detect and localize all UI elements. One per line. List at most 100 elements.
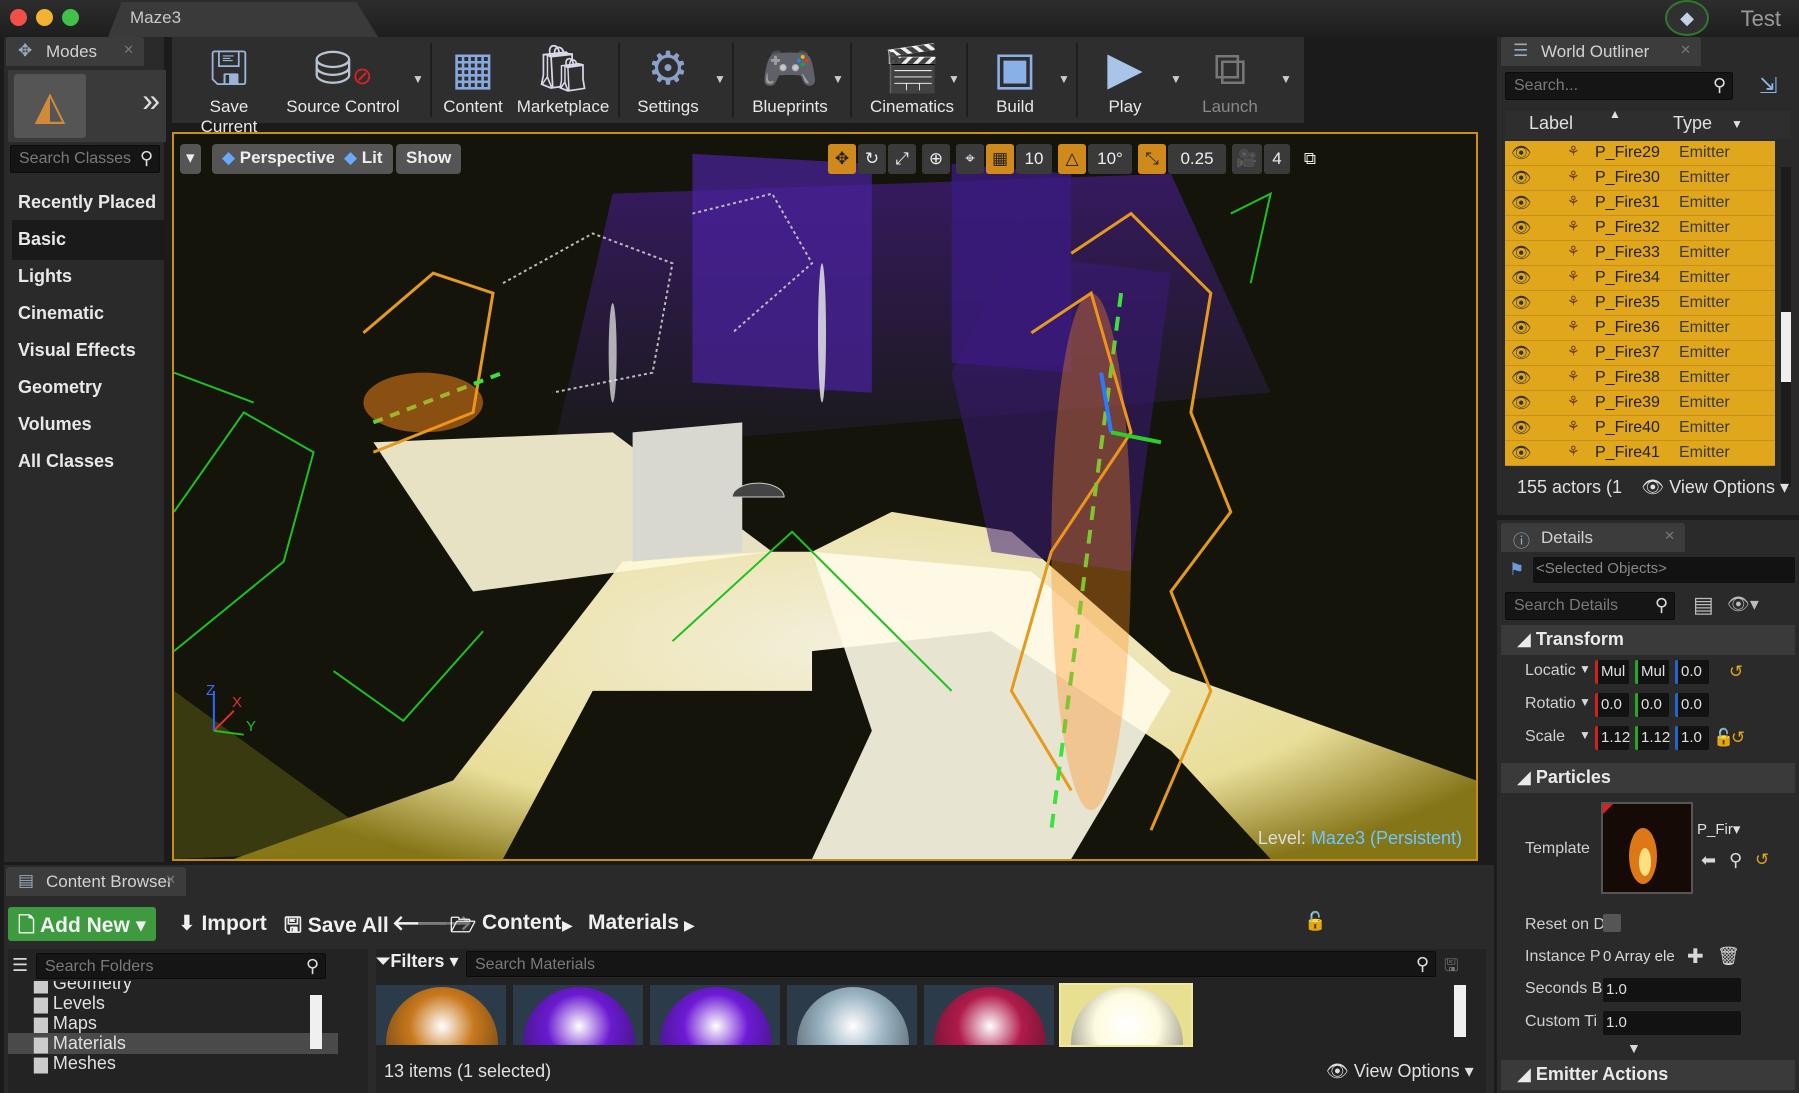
outliner-view-options[interactable]: 👁 View Options ▾ <box>1641 477 1789 498</box>
tab-modes[interactable]: ✥ Modes ✕ <box>6 37 144 66</box>
advanced-expand-icon[interactable]: ▼ <box>1627 1040 1641 1056</box>
visibility-eye-icon[interactable]: 👁 <box>1511 368 1531 388</box>
outliner-row[interactable]: 👁 ⚘ P_Fire34 Emitter <box>1505 266 1775 291</box>
user-avatar-icon[interactable]: ◆ <box>1665 0 1709 36</box>
close-icon[interactable]: ✕ <box>1680 42 1691 58</box>
visibility-eye-icon[interactable]: 👁 <box>1511 393 1531 413</box>
rotation-y-field[interactable]: 0.0 <box>1635 693 1669 717</box>
material-thumbnail[interactable] <box>787 985 917 1045</box>
mode-category-item[interactable]: Cinematic <box>12 294 164 334</box>
location-y-field[interactable]: Mul <box>1635 660 1669 684</box>
folder-item[interactable]: ▆ Levels <box>34 993 105 1014</box>
rotate-mode-icon[interactable]: ↻ <box>858 144 886 174</box>
reset-scale-icon[interactable]: ↺ <box>1731 728 1745 748</box>
rotation-snap-icon[interactable]: △ <box>1058 144 1086 174</box>
mode-category-item[interactable]: Basic <box>12 220 164 260</box>
build-dropdown-icon[interactable]: ▼ <box>1058 72 1070 86</box>
scale-z-field[interactable]: 1.0 <box>1675 726 1709 750</box>
outliner-scroll-thumb[interactable] <box>1781 312 1791 382</box>
maximize-viewport-icon[interactable]: ⧉ <box>1298 144 1322 174</box>
mode-category-item[interactable]: Volumes <box>12 405 164 445</box>
sources-toggle-icon[interactable]: ☰ <box>12 955 28 976</box>
settings-dropdown-icon[interactable]: ▼ <box>714 72 726 86</box>
outliner-row[interactable]: 👁 ⚘ P_Fire37 Emitter <box>1505 341 1775 366</box>
transform-section[interactable]: ◢ Transform <box>1501 625 1795 655</box>
visibility-eye-icon[interactable]: 👁 <box>1511 343 1531 363</box>
add-filter-icon[interactable]: ⇲ <box>1759 73 1777 99</box>
custom-time-dilation-field[interactable]: 1.0 <box>1603 1011 1741 1035</box>
mode-category-item[interactable]: Geometry <box>12 368 164 408</box>
material-thumbnail[interactable] <box>376 985 506 1045</box>
outliner-row[interactable]: 👁 ⚘ P_Fire33 Emitter <box>1505 241 1775 266</box>
add-element-icon[interactable]: ✚ <box>1687 944 1704 969</box>
material-thumbnail[interactable] <box>1059 983 1193 1047</box>
viewport-options-button[interactable]: ▾ <box>180 144 201 174</box>
filters-button[interactable]: ⏷Filters ▾ <box>376 951 458 972</box>
use-selected-icon[interactable]: ⬅ <box>1701 850 1716 871</box>
eye-icon[interactable]: 👁▾ <box>1727 594 1759 615</box>
close-icon[interactable]: ✕ <box>123 42 134 58</box>
close-window-button[interactable] <box>10 9 27 26</box>
translate-mode-icon[interactable]: ✥ <box>828 144 856 174</box>
marketplace-button[interactable]: 🛍 Marketplace <box>514 37 612 123</box>
level-viewport[interactable]: ▾ ◆ Perspective ◆ Lit Show ✥ ↻ ⤢ ⊕ ⌖ ▦ 1… <box>172 132 1478 861</box>
rotation-z-field[interactable]: 0.0 <box>1675 693 1709 717</box>
grid-snap-value[interactable]: 10 <box>1016 144 1052 174</box>
tab-world-outliner[interactable]: ☰ World Outliner ✕ <box>1501 37 1701 66</box>
particles-section[interactable]: ◢ Particles <box>1501 763 1795 793</box>
close-icon[interactable]: ✕ <box>1664 528 1675 544</box>
perspective-button[interactable]: ◆ Perspective <box>212 144 346 174</box>
reset-template-icon[interactable]: ↺ <box>1755 850 1769 870</box>
camera-speed-value[interactable]: 4 <box>1264 144 1290 174</box>
search-folders-input[interactable]: Search Folders ⚲ <box>36 953 326 979</box>
play-button[interactable]: ▶ Play <box>1086 37 1164 123</box>
build-button[interactable]: ▣ Build <box>976 37 1054 123</box>
type-dropdown-icon[interactable]: ▼ <box>1731 117 1743 131</box>
add-new-button[interactable]: 🗋 Add New ▾ <box>8 907 157 941</box>
folder-item[interactable]: ▆ Maps <box>34 1013 97 1034</box>
folder-scrollbar[interactable] <box>310 995 322 1049</box>
reset-location-icon[interactable]: ↺ <box>1729 662 1743 682</box>
save-search-icon[interactable]: 🖫 <box>1444 953 1458 982</box>
mode-category-item[interactable]: All Classes <box>12 442 164 482</box>
more-modes-icon[interactable]: » <box>142 82 160 119</box>
breadcrumb-separator-icon[interactable]: ▶ <box>684 917 695 934</box>
rotation-x-field[interactable]: 0.0 <box>1595 693 1629 717</box>
breadcrumb-separator-icon[interactable]: ▶ <box>562 917 573 934</box>
outliner-row[interactable]: 👁 ⚘ P_Fire38 Emitter <box>1505 366 1775 391</box>
asset-scrollbar[interactable] <box>1454 985 1466 1037</box>
material-thumbnail[interactable] <box>924 985 1054 1045</box>
lock-icon[interactable]: 🔓 <box>1304 911 1326 932</box>
visibility-eye-icon[interactable]: 👁 <box>1511 418 1531 438</box>
outliner-row[interactable]: 👁 ⚘ P_Fire39 Emitter <box>1505 391 1775 416</box>
cinematics-dropdown-icon[interactable]: ▼ <box>948 72 960 86</box>
outliner-row[interactable]: 👁 ⚘ P_Fire41 Emitter <box>1505 441 1775 466</box>
save-all-button[interactable]: 🖫 Save All <box>274 907 399 941</box>
trash-icon[interactable]: 🗑 <box>1717 946 1740 967</box>
selection-lock-icon[interactable]: ⚑ <box>1509 560 1524 580</box>
visibility-eye-icon[interactable]: 👁 <box>1511 168 1531 188</box>
launch-dropdown-icon[interactable]: ▼ <box>1280 72 1292 86</box>
visibility-eye-icon[interactable]: 👁 <box>1511 318 1531 338</box>
visibility-eye-icon[interactable]: 👁 <box>1511 243 1531 263</box>
outliner-row[interactable]: 👁 ⚘ P_Fire40 Emitter <box>1505 416 1775 441</box>
details-search-input[interactable]: Search Details ⚲ <box>1505 592 1675 620</box>
folder-item[interactable]: ▆ Meshes <box>34 1053 116 1074</box>
visibility-eye-icon[interactable]: 👁 <box>1511 293 1531 313</box>
search-materials-input[interactable]: Search Materials ⚲ <box>466 951 1436 977</box>
visibility-eye-icon[interactable]: 👁 <box>1511 193 1531 213</box>
show-button[interactable]: Show <box>396 144 462 174</box>
close-icon[interactable]: ✕ <box>165 872 176 888</box>
source-control-dropdown-icon[interactable]: ▼ <box>412 72 424 86</box>
outliner-scrollbar[interactable] <box>1781 167 1791 487</box>
outliner-row[interactable]: 👁 ⚘ P_Fire31 Emitter <box>1505 191 1775 216</box>
source-control-button[interactable]: ⛁⊘ Source Control <box>284 37 402 123</box>
launch-button[interactable]: ⧉ Launch <box>1186 37 1274 123</box>
material-thumbnail[interactable] <box>650 985 780 1045</box>
asset-view-options[interactable]: 👁 View Options ▾ <box>1326 1061 1474 1082</box>
property-matrix-icon[interactable]: ▤ <box>1693 592 1714 618</box>
tab-content-browser[interactable]: ▤ Content Browser ✕ <box>6 867 186 896</box>
scale-snap-value[interactable]: 0.25 <box>1168 144 1226 174</box>
outliner-row[interactable]: 👁 ⚘ P_Fire32 Emitter <box>1505 216 1775 241</box>
material-thumbnail[interactable] <box>513 985 643 1045</box>
